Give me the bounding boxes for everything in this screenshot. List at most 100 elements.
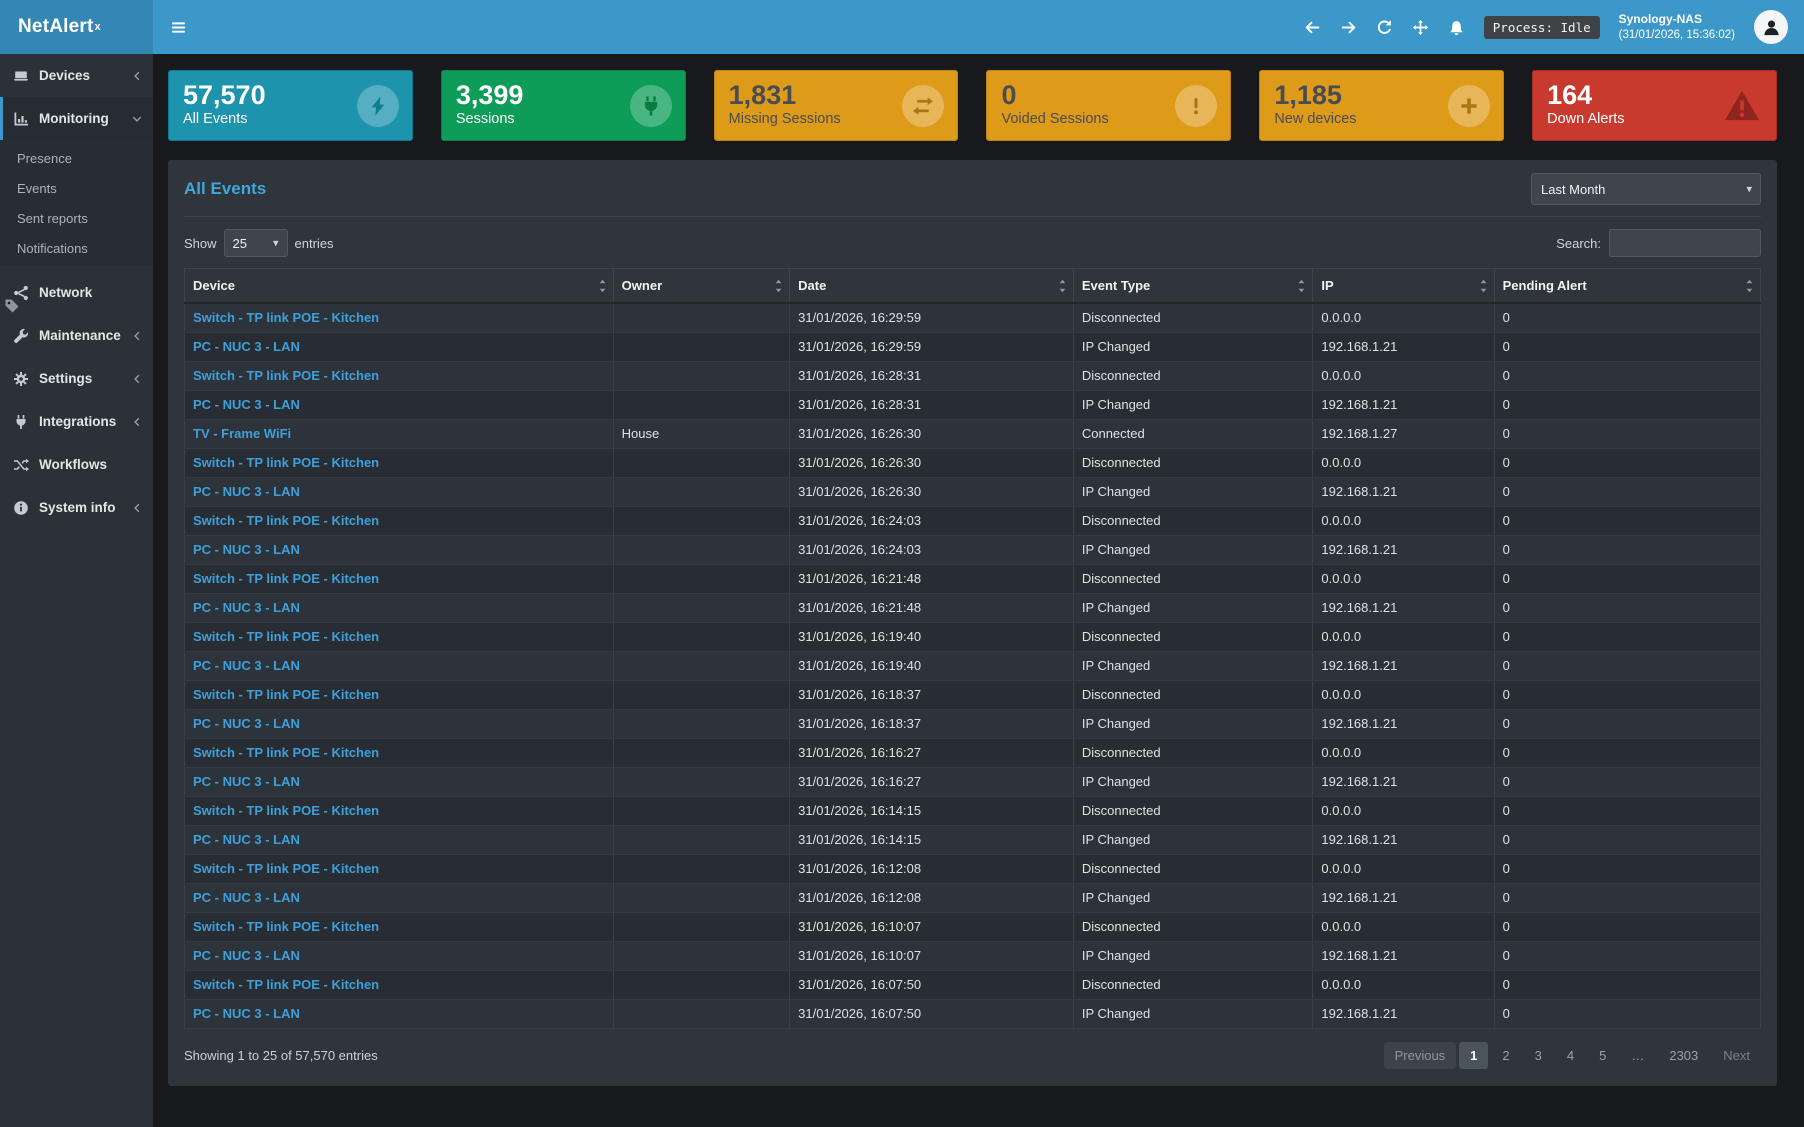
device-link[interactable]: Switch - TP link POE - Kitchen [193, 919, 379, 934]
page-length-select[interactable]: 25 [224, 229, 288, 257]
device-link[interactable]: PC - NUC 3 - LAN [193, 890, 300, 905]
sidebar-subitem-notifications[interactable]: Notifications [0, 233, 153, 263]
device-link[interactable]: Switch - TP link POE - Kitchen [193, 629, 379, 644]
sidebar-item-label: Maintenance [39, 328, 121, 343]
device-link[interactable]: PC - NUC 3 - LAN [193, 658, 300, 673]
device-link[interactable]: PC - NUC 3 - LAN [193, 1006, 300, 1021]
pagination-next[interactable]: Next [1712, 1042, 1761, 1069]
app-logo[interactable]: NetAlertx [0, 0, 153, 54]
sidebar-subitem-events[interactable]: Events [0, 173, 153, 203]
device-link[interactable]: Switch - TP link POE - Kitchen [193, 977, 379, 992]
cell-ip: 192.168.1.21 [1313, 535, 1494, 564]
cell-ip: 192.168.1.21 [1313, 390, 1494, 419]
cell-owner [613, 622, 790, 651]
cell-ip: 0.0.0.0 [1313, 854, 1494, 883]
cell-event-type: IP Changed [1073, 535, 1313, 564]
sidebar-item-workflows[interactable]: Workflows [0, 443, 153, 486]
show-label: Show [184, 236, 217, 251]
cell-date: 31/01/2026, 16:10:07 [790, 941, 1074, 970]
back-arrow-icon[interactable] [1304, 19, 1321, 36]
user-avatar[interactable] [1754, 10, 1788, 44]
cell-pending-alert: 0 [1494, 970, 1760, 999]
pagination-page-2303[interactable]: 2303 [1658, 1042, 1709, 1069]
sidebar-item-settings[interactable]: Settings [0, 357, 153, 400]
device-link[interactable]: Switch - TP link POE - Kitchen [193, 687, 379, 702]
pagination-page-4[interactable]: 4 [1556, 1042, 1585, 1069]
cell-owner [613, 303, 790, 332]
device-link[interactable]: Switch - TP link POE - Kitchen [193, 368, 379, 383]
events-table-body: Switch - TP link POE - Kitchen 31/01/2026… [185, 303, 1761, 1028]
device-link[interactable]: Switch - TP link POE - Kitchen [193, 745, 379, 760]
stat-card-voided-sessions[interactable]: 0 Voided Sessions [986, 70, 1231, 141]
device-link[interactable]: PC - NUC 3 - LAN [193, 339, 300, 354]
pagination-page-2[interactable]: 2 [1491, 1042, 1520, 1069]
device-link[interactable]: Switch - TP link POE - Kitchen [193, 861, 379, 876]
stat-card-sessions[interactable]: 3,399 Sessions [441, 70, 686, 141]
column-header-owner[interactable]: Owner [613, 269, 790, 304]
period-select[interactable]: Last Month [1531, 173, 1761, 205]
cell-owner [613, 941, 790, 970]
hamburger-icon [170, 19, 187, 36]
bell-icon[interactable] [1448, 19, 1465, 36]
sidebar-subitem-sent-reports[interactable]: Sent reports [0, 203, 153, 233]
device-link[interactable]: PC - NUC 3 - LAN [193, 600, 300, 615]
sidebar-item-network[interactable]: Network [0, 271, 153, 314]
search-input[interactable] [1609, 229, 1761, 257]
sort-icon [1745, 279, 1754, 292]
pagination-previous[interactable]: Previous [1384, 1042, 1457, 1069]
cell-event-type: Disconnected [1073, 448, 1313, 477]
device-link[interactable]: PC - NUC 3 - LAN [193, 948, 300, 963]
device-link[interactable]: PC - NUC 3 - LAN [193, 484, 300, 499]
cell-event-type: IP Changed [1073, 390, 1313, 419]
column-header-date[interactable]: Date [790, 269, 1074, 304]
sidebar-item-integrations[interactable]: Integrations [0, 400, 153, 443]
pagination-page-3[interactable]: 3 [1524, 1042, 1553, 1069]
stat-card-missing-sessions[interactable]: 1,831 Missing Sessions [714, 70, 959, 141]
device-link[interactable]: TV - Frame WiFi [193, 426, 291, 441]
device-link[interactable]: PC - NUC 3 - LAN [193, 774, 300, 789]
pagination-page-5[interactable]: 5 [1588, 1042, 1617, 1069]
column-header-device[interactable]: Device [185, 269, 614, 304]
sidebar-subitem-presence[interactable]: Presence [0, 143, 153, 173]
event-row: PC - NUC 3 - LAN31/01/2026, 16:19:40IP C… [185, 651, 1761, 680]
sidebar-item-maintenance[interactable]: Maintenance [0, 314, 153, 357]
sidebar-item-system-info[interactable]: System info [0, 486, 153, 529]
column-header-event-type[interactable]: Event Type [1073, 269, 1313, 304]
device-link[interactable]: PC - NUC 3 - LAN [193, 832, 300, 847]
device-link[interactable]: Switch - TP link POE - Kitchen [193, 310, 379, 325]
sidebar-item-devices[interactable]: Devices [0, 54, 153, 97]
app-logo-sup: x [95, 21, 101, 33]
stat-card-new-devices[interactable]: 1,185 New devices [1259, 70, 1504, 141]
move-icon[interactable] [1412, 19, 1429, 36]
cell-event-type: IP Changed [1073, 332, 1313, 361]
stat-card-down-alerts[interactable]: 164 Down Alerts [1532, 70, 1777, 141]
navbar: Process: Idle Synology-NAS (31/01/2026, … [153, 0, 1804, 54]
sidebar-toggle-button[interactable] [153, 0, 203, 54]
chevron-left-icon [131, 416, 143, 428]
device-link[interactable]: PC - NUC 3 - LAN [193, 716, 300, 731]
sidebar-item-label: Monitoring [39, 111, 109, 126]
pagination-page-1[interactable]: 1 [1459, 1042, 1488, 1069]
events-table: Device Owner Date Event Type IP Pending … [184, 268, 1761, 1029]
device-link[interactable]: PC - NUC 3 - LAN [193, 542, 300, 557]
device-link[interactable]: Switch - TP link POE - Kitchen [193, 513, 379, 528]
chevron-down-icon [131, 113, 143, 125]
device-link[interactable]: Switch - TP link POE - Kitchen [193, 455, 379, 470]
device-link[interactable]: PC - NUC 3 - LAN [193, 397, 300, 412]
sidebar-item-monitoring[interactable]: Monitoring [0, 97, 153, 140]
device-link[interactable]: Switch - TP link POE - Kitchen [193, 803, 379, 818]
forward-arrow-icon[interactable] [1340, 19, 1357, 36]
event-row: TV - Frame WiFiHouse31/01/2026, 16:26:30… [185, 419, 1761, 448]
cell-date: 31/01/2026, 16:18:37 [790, 680, 1074, 709]
refresh-icon[interactable] [1376, 19, 1393, 36]
sidebar-item-label: Settings [39, 371, 92, 386]
cell-pending-alert: 0 [1494, 506, 1760, 535]
device-link[interactable]: Switch - TP link POE - Kitchen [193, 571, 379, 586]
stat-card-all-events[interactable]: 57,570 All Events [168, 70, 413, 141]
column-header-pending-alert[interactable]: Pending Alert [1494, 269, 1760, 304]
cell-date: 31/01/2026, 16:19:40 [790, 622, 1074, 651]
cell-pending-alert: 0 [1494, 419, 1760, 448]
column-header-ip[interactable]: IP [1313, 269, 1494, 304]
cell-device: PC - NUC 3 - LAN [185, 709, 614, 738]
cell-owner [613, 477, 790, 506]
